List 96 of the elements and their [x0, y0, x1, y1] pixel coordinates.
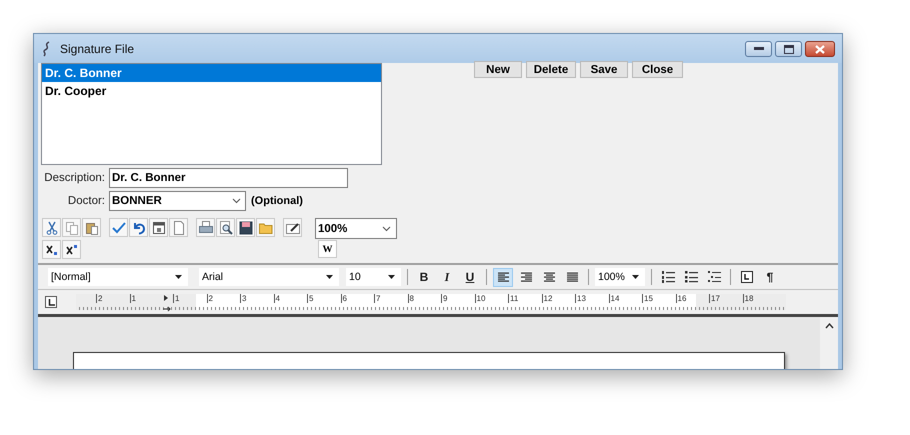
save-button[interactable] [236, 218, 255, 237]
pilcrow-button[interactable]: ¶ [760, 268, 780, 286]
ruler-number: 18 [742, 294, 776, 303]
tab-stop-selector[interactable] [45, 296, 57, 308]
check-icon [112, 220, 126, 234]
cut-button[interactable] [42, 218, 61, 237]
superscript-button[interactable] [62, 240, 81, 259]
pencil-icon [286, 220, 300, 234]
ruler-number: 5 [307, 294, 340, 303]
align-left-button[interactable] [493, 268, 513, 286]
printer-icon [198, 220, 212, 234]
magnifier-icon [218, 220, 232, 234]
description-label: Description: [43, 172, 105, 184]
action-button[interactable]: Save [580, 61, 628, 78]
paste-button[interactable] [82, 218, 101, 237]
dropdown-arrow-icon [632, 275, 639, 279]
doctor-label: Doctor: [66, 195, 105, 207]
italic-button[interactable]: I [437, 268, 457, 286]
new-button[interactable] [169, 218, 188, 237]
ruler-number: 13 [575, 294, 608, 303]
undo-button[interactable] [129, 218, 148, 237]
dropdown-arrow-icon [326, 275, 333, 279]
ruler-number: 11 [508, 294, 542, 303]
ruler[interactable]: 2 1 1 2 3 4 5 6 7 8 9 10 11 12 13 14 15 16 17 18 [76, 294, 786, 310]
indent-marker-icon[interactable] [163, 294, 171, 312]
chevron-icon [382, 226, 391, 232]
maximize-button[interactable] [775, 41, 802, 57]
multilevel-list-icon [708, 271, 720, 283]
copy-icon [64, 220, 78, 234]
action-button[interactable]: Close [632, 61, 683, 78]
ruler-number: 12 [542, 294, 575, 303]
preview-button[interactable] [216, 218, 235, 237]
calendar-icon [152, 220, 166, 234]
action-button[interactable]: Delete [526, 61, 576, 78]
align-justify-icon [566, 272, 578, 282]
align-left-icon [498, 272, 508, 282]
close-icon [815, 44, 825, 54]
ruler-number: 15 [642, 294, 676, 303]
ruler-number: 4 [274, 294, 307, 303]
ruler-number: 2 [206, 294, 240, 303]
restore-icon [784, 44, 794, 54]
style-dropdown[interactable]: [Normal] [48, 268, 188, 286]
paste-icon [84, 220, 98, 234]
print-button[interactable] [196, 218, 215, 237]
underline-button[interactable]: U [460, 268, 480, 286]
align-right-icon [520, 272, 532, 282]
ruler-number: 1 [130, 294, 163, 303]
page-icon [172, 220, 186, 234]
minimize-icon [754, 47, 764, 51]
window-title: Signature File [60, 42, 134, 56]
ruler-number: 1 [173, 294, 206, 303]
signature-item[interactable]: Dr. Cooper [42, 82, 381, 100]
dropdown-arrow-icon [388, 275, 395, 279]
action-button[interactable]: New [474, 61, 522, 78]
ruler-number: 8 [408, 294, 441, 303]
ruler-number: 14 [608, 294, 642, 303]
bold-button[interactable]: B [414, 268, 434, 286]
ruler-number: 3 [240, 294, 274, 303]
font-dropdown[interactable]: Arial [199, 268, 339, 286]
doctor-dropdown[interactable]: BONNER [109, 191, 246, 211]
description-field[interactable]: Dr. C. Bonner [109, 168, 348, 188]
scissors-icon [44, 220, 58, 234]
signature-item[interactable]: Dr. C. Bonner [42, 64, 381, 82]
ruler-number: 10 [474, 294, 508, 303]
size-dropdown[interactable]: 10 [346, 268, 401, 286]
ruler-number: 6 [340, 294, 374, 303]
ruler-number: 16 [676, 294, 709, 303]
chevron-icon [232, 198, 241, 204]
align-center-icon [544, 272, 554, 282]
dropdown-arrow-icon [175, 275, 182, 279]
scrollbar[interactable] [820, 317, 838, 369]
edit-button[interactable] [283, 218, 302, 237]
zoom-dropdown[interactable]: 100% [315, 218, 397, 239]
word-button[interactable]: W [318, 240, 337, 258]
date-button[interactable] [149, 218, 168, 237]
superscript-icon [66, 244, 78, 256]
ruler-number: 9 [441, 294, 474, 303]
subscript-icon [46, 244, 58, 256]
zoom-dropdown[interactable]: 100% [595, 268, 645, 286]
floppy-icon [238, 220, 252, 234]
document-page[interactable] [73, 352, 785, 369]
tab-stop-icon [741, 271, 753, 283]
tab-stop-icon [48, 298, 54, 306]
bullet-list-icon [684, 271, 698, 283]
minimize-button[interactable] [745, 41, 772, 57]
subscript-button[interactable] [42, 240, 61, 259]
ruler-number: 7 [374, 294, 408, 303]
scroll-up-icon [824, 323, 834, 329]
folder-icon [258, 220, 272, 234]
ruler-number: 2 [96, 294, 130, 303]
optional-note: (Optional) [251, 195, 303, 207]
undo-icon [132, 220, 146, 234]
ruler-number: 17 [709, 294, 742, 303]
close-button[interactable] [805, 41, 835, 57]
numbered-list-icon [662, 271, 674, 283]
spellcheck-button[interactable] [109, 218, 128, 237]
